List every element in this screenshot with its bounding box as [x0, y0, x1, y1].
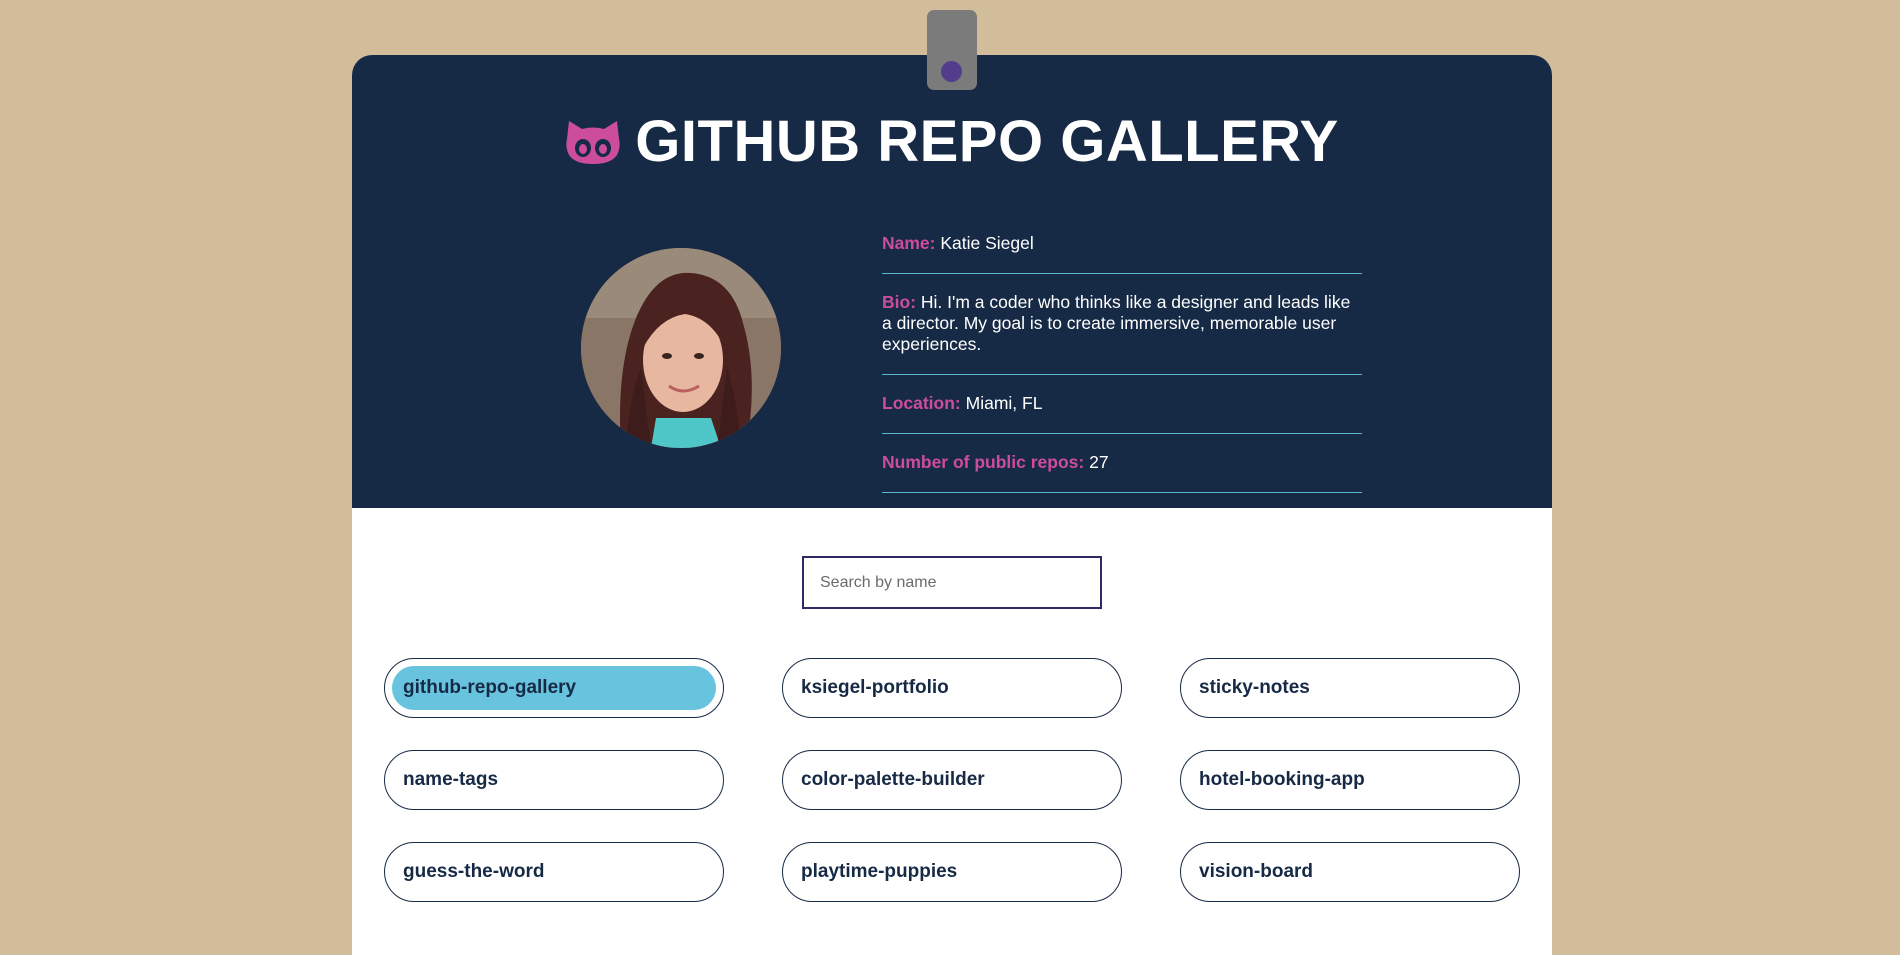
avatar — [581, 248, 781, 448]
search-container — [802, 556, 1102, 609]
profile-location: Miami, FL — [965, 393, 1043, 413]
repo-item-hotel-booking-app[interactable]: hotel-booking-app — [1180, 750, 1520, 810]
repo-item-github-repo-gallery[interactable]: github-repo-gallery — [384, 658, 724, 718]
repo-item-playtime-puppies[interactable]: playtime-puppies — [782, 842, 1122, 902]
repo-item-color-palette-builder[interactable]: color-palette-builder — [782, 750, 1122, 810]
repo-name: hotel-booking-app — [1199, 769, 1365, 790]
clip-dot — [941, 61, 962, 82]
repo-list: github-repo-gallery ksiegel-portfolio st… — [384, 658, 1520, 902]
location-label: Location: — [882, 393, 961, 413]
search-input[interactable] — [802, 556, 1102, 609]
repo-item-name-tags[interactable]: name-tags — [384, 750, 724, 810]
page-title: GITHUB REPO GALLERY — [635, 109, 1339, 174]
profile-location-row: Location: Miami, FL — [882, 393, 1362, 434]
bio-label: Bio: — [882, 292, 917, 312]
profile-bio: Hi. I'm a coder who thinks like a design… — [882, 292, 1351, 354]
repo-name: guess-the-word — [403, 861, 545, 882]
title-row: GITHUB REPO GALLERY — [352, 113, 1552, 171]
repo-item-vision-board[interactable]: vision-board — [1180, 842, 1520, 902]
repo-name: sticky-notes — [1199, 677, 1310, 698]
avatar-portrait — [581, 248, 781, 448]
repo-name: github-repo-gallery — [403, 677, 577, 698]
profile-name: Katie Siegel — [940, 233, 1034, 253]
repo-item-sticky-notes[interactable]: sticky-notes — [1180, 658, 1520, 718]
profile-header: GITHUB REPO GALLERY Name: Katie Siegel B… — [352, 55, 1552, 508]
profile-bio-row: Bio: Hi. I'm a coder who thinks like a d… — [882, 292, 1362, 375]
name-label: Name: — [882, 233, 936, 253]
repo-name: name-tags — [403, 769, 499, 790]
repo-name: playtime-puppies — [801, 861, 958, 882]
repo-name: vision-board — [1199, 861, 1314, 882]
profile-name-row: Name: Katie Siegel — [882, 233, 1362, 274]
clipboard-clip — [927, 10, 977, 90]
repo-name: color-palette-builder — [801, 769, 985, 790]
profile-repos-row: Number of public repos: 27 — [882, 452, 1362, 493]
gallery-card: GITHUB REPO GALLERY Name: Katie Siegel B… — [352, 55, 1552, 955]
repo-item-guess-the-word[interactable]: guess-the-word — [384, 842, 724, 902]
github-octocat-icon — [566, 121, 620, 164]
repos-count: 27 — [1089, 452, 1109, 472]
repos-count-label: Number of public repos: — [882, 452, 1085, 472]
profile-info: Name: Katie Siegel Bio: Hi. I'm a coder … — [882, 233, 1362, 511]
repo-item-ksiegel-portfolio[interactable]: ksiegel-portfolio — [782, 658, 1122, 718]
repo-name: ksiegel-portfolio — [801, 677, 949, 698]
